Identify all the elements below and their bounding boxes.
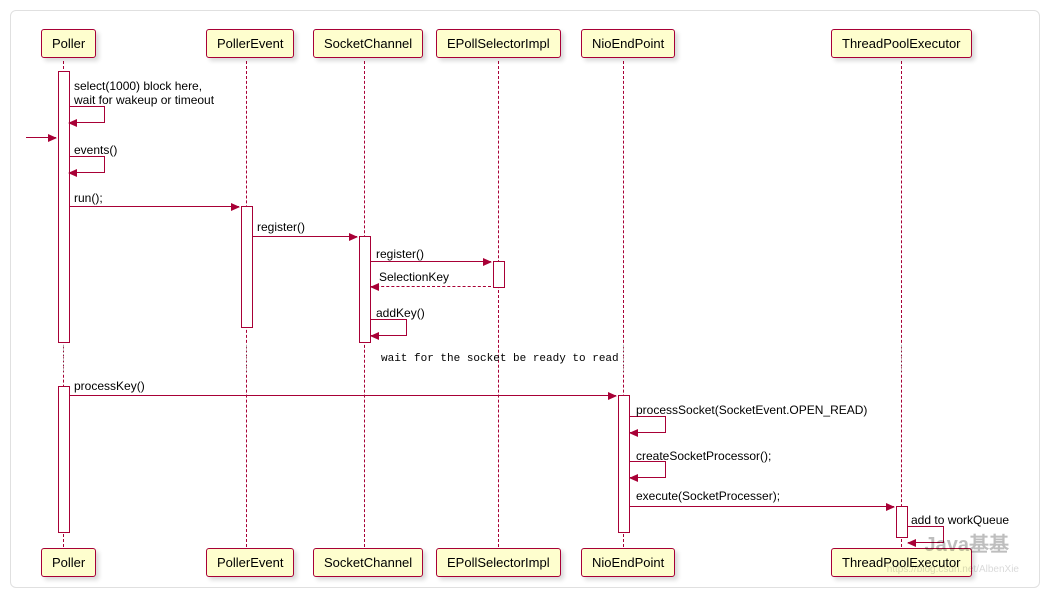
sequence-diagram: Poller PollerEvent SocketChannel EPollSe… [10, 10, 1040, 588]
lifeline-threadpool [901, 61, 902, 547]
participant-threadpool-bottom: ThreadPoolExecutor [831, 548, 972, 577]
gap-1 [63, 345, 64, 373]
msg-register2: register() [376, 247, 424, 261]
participant-threadpool-top: ThreadPoolExecutor [831, 29, 972, 58]
arrow-register2 [371, 261, 491, 262]
gap-4 [901, 345, 902, 373]
arrow-selectionkey [371, 286, 491, 287]
participant-socketchannel-bottom: SocketChannel [313, 548, 423, 577]
msg-execute: execute(SocketProcesser); [636, 489, 780, 503]
msg-events: events() [74, 143, 117, 157]
msg-select: select(1000) block here, wait for wakeup… [74, 79, 214, 107]
arrow-run [69, 206, 239, 207]
msg-addtoworkqueue: add to workQueue [911, 513, 1009, 527]
participant-nioendpoint-bottom: NioEndPoint [581, 548, 675, 577]
arrow-createsocketprocessor [630, 461, 666, 478]
arrow-events [69, 156, 105, 173]
participant-pollerevent-bottom: PollerEvent [206, 548, 294, 577]
arrow-select [69, 106, 105, 123]
activation-epoll [493, 261, 505, 288]
arrow-addworkqueue [908, 526, 944, 543]
note-wait: wait for the socket be ready to read [381, 353, 619, 365]
msg-createsocketprocessor: createSocketProcessor(); [636, 449, 771, 463]
arrow-processsocket [630, 416, 666, 433]
participant-poller-bottom: Poller [41, 548, 96, 577]
participant-poller-top: Poller [41, 29, 96, 58]
arrow-processkey [69, 395, 616, 396]
lifeline-epollselector [498, 61, 499, 547]
arrow-execute [630, 506, 894, 507]
msg-run: run(); [74, 191, 103, 205]
arrow-addkey [371, 319, 407, 336]
msg-selectionkey: SelectionKey [379, 270, 449, 284]
participant-socketchannel-top: SocketChannel [313, 29, 423, 58]
entry-arrow [26, 137, 56, 138]
activation-pollerevent [241, 206, 253, 328]
participant-epollselector-bottom: EPollSelectorImpl [436, 548, 561, 577]
msg-processsocket: processSocket(SocketEvent.OPEN_READ) [636, 403, 867, 417]
activation-threadpool [896, 506, 908, 538]
participant-nioendpoint-top: NioEndPoint [581, 29, 675, 58]
gap-3 [623, 345, 624, 373]
activation-nioendpoint [618, 395, 630, 533]
msg-processkey: processKey() [74, 379, 145, 393]
participant-epollselector-top: EPollSelectorImpl [436, 29, 561, 58]
msg-register1: register() [257, 220, 305, 234]
participant-pollerevent-top: PollerEvent [206, 29, 294, 58]
activation-poller-2 [58, 386, 70, 533]
arrow-register1 [252, 236, 357, 237]
gap-2 [246, 345, 247, 373]
msg-addkey: addKey() [376, 306, 425, 320]
